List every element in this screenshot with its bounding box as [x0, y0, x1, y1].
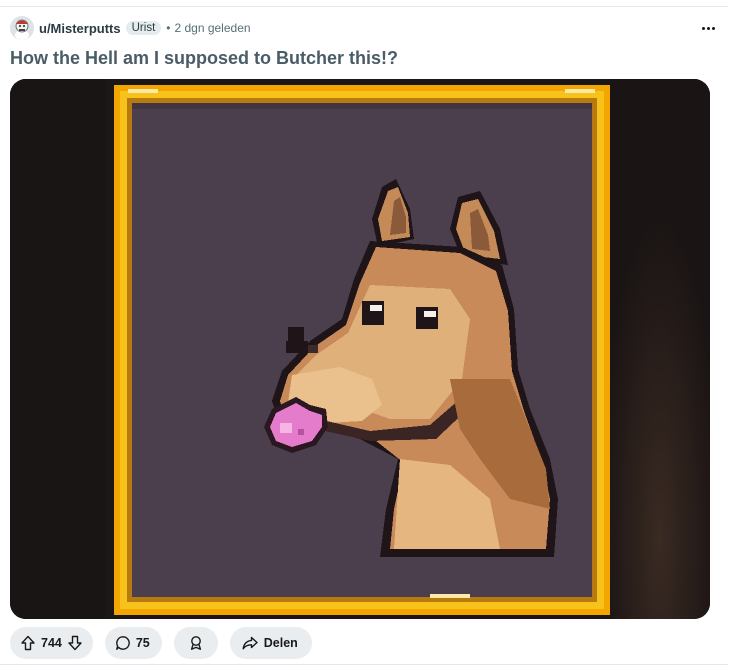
share-arrow-icon — [242, 636, 258, 650]
upvote-button[interactable] — [18, 631, 38, 655]
share-button[interactable]: Delen — [229, 627, 312, 659]
award-button[interactable] — [173, 627, 218, 659]
more-options-button[interactable] — [696, 16, 720, 40]
comments-button[interactable]: 75 — [104, 627, 162, 659]
vote-count: 744 — [41, 636, 62, 650]
award-icon — [190, 636, 201, 650]
comment-count: 75 — [135, 636, 150, 650]
author-username[interactable]: u/Misterputts — [39, 21, 121, 36]
post-actions-bar: 744 75 Delen — [10, 627, 324, 659]
downvote-button[interactable] — [65, 631, 85, 655]
post-timestamp: 2 dgn geleden — [174, 21, 251, 35]
avatar[interactable] — [10, 16, 34, 40]
pixel-art-dog-portrait — [10, 79, 710, 619]
comment-bubble-icon — [115, 636, 130, 650]
post-title[interactable]: How the Hell am I supposed to Butcher th… — [10, 48, 398, 69]
share-label: Delen — [263, 636, 298, 650]
arrow-up-icon — [21, 635, 35, 651]
post-image[interactable] — [10, 79, 710, 619]
bottom-divider — [0, 664, 728, 665]
user-flair: Urist — [125, 21, 162, 35]
vote-control: 744 — [10, 627, 93, 659]
meta-separator: • — [166, 21, 171, 35]
more-horizontal-icon — [701, 26, 716, 30]
arrow-down-icon — [68, 635, 82, 651]
post-meta: u/Misterputts Urist • 2 dgn geleden — [10, 16, 251, 40]
top-divider — [0, 6, 728, 7]
